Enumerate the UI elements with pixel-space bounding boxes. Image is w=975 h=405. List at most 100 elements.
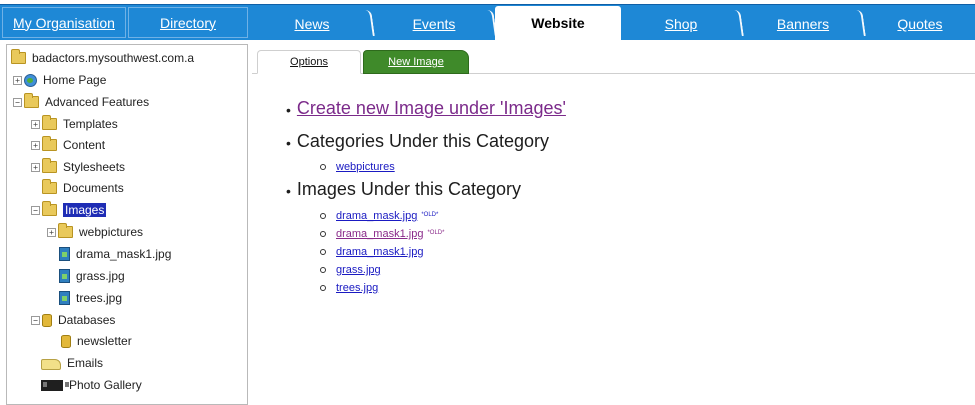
tree-item-emails[interactable]: Emails	[41, 354, 103, 372]
photo-gallery-icon	[41, 379, 69, 391]
tree-item-drama-mask1[interactable]: drama_mask1.jpg	[59, 245, 171, 263]
bullet: •	[286, 101, 291, 118]
tree-item-label: Home Page	[43, 73, 107, 87]
categories-heading: Categories Under this Category	[296, 131, 550, 151]
tab-new-image[interactable]: New Image	[363, 50, 469, 74]
image-list-item: drama_mask1.jpg *OLD*	[320, 228, 444, 240]
collapse-icon[interactable]: −	[13, 97, 22, 107]
tree-item-label: drama_mask1.jpg	[76, 247, 172, 261]
folder-icon	[42, 115, 57, 130]
tree-item-label: Images	[63, 203, 107, 217]
expand-icon[interactable]: +	[31, 119, 40, 129]
tree-item-webpictures[interactable]: + webpictures	[47, 223, 143, 241]
create-image-row: • Create new Image under 'Images'	[286, 98, 566, 119]
image-link[interactable]: trees.jpg	[336, 282, 378, 294]
expand-icon[interactable]: +	[31, 140, 40, 150]
image-list-item: grass.jpg	[320, 264, 381, 276]
list-circle-icon	[320, 231, 326, 237]
database-icon	[61, 334, 71, 348]
image-list-item: trees.jpg	[320, 282, 378, 294]
site-tree-panel[interactable]: badactors.mysouthwest.com.a + Home Page …	[6, 44, 248, 405]
folder-icon	[24, 93, 39, 108]
list-circle-icon	[320, 249, 326, 255]
content-panel: Options New Image • Create new Image und…	[252, 44, 975, 405]
category-link[interactable]: webpictures	[336, 161, 395, 173]
tab-website[interactable]: Website	[495, 6, 621, 40]
list-circle-icon	[320, 285, 326, 291]
tree-root-fade	[237, 49, 247, 67]
top-navigation: My Organisation Directory News Events We…	[0, 0, 975, 40]
tree-item-label: webpictures	[79, 225, 144, 239]
images-heading-row: • Images Under this Category	[286, 179, 521, 200]
tree-item-databases[interactable]: − Databases	[31, 311, 115, 329]
image-file-icon	[59, 291, 70, 305]
folder-icon	[42, 201, 57, 216]
collapse-icon[interactable]: −	[31, 315, 40, 325]
list-circle-icon	[320, 164, 326, 170]
bullet: •	[286, 182, 291, 199]
expand-icon[interactable]: +	[31, 162, 40, 172]
list-circle-icon	[320, 213, 326, 219]
folder-icon	[42, 158, 57, 173]
tree-item-templates[interactable]: + Templates	[31, 115, 118, 133]
tree-item-grass[interactable]: grass.jpg	[59, 267, 125, 285]
image-file-icon	[59, 247, 70, 261]
tab-banners[interactable]: Banners	[743, 8, 863, 40]
image-file-icon	[59, 269, 70, 283]
tree-item-label: Advanced Features	[45, 95, 150, 109]
list-circle-icon	[320, 267, 326, 273]
no-expand-spacer	[31, 183, 40, 193]
tree-root[interactable]: badactors.mysouthwest.com.a	[11, 49, 247, 67]
tree-item-photo-gallery[interactable]: Photo Gallery	[41, 376, 142, 394]
tree-item-label: Stylesheets	[63, 160, 126, 174]
tree-item-stylesheets[interactable]: + Stylesheets	[31, 158, 125, 176]
tree-item-label: Databases	[58, 313, 116, 327]
email-icon	[41, 357, 61, 370]
image-link[interactable]: grass.jpg	[336, 264, 381, 276]
image-list-item: drama_mask1.jpg	[320, 246, 423, 258]
tree-item-home-page[interactable]: + Home Page	[13, 71, 106, 89]
expand-icon[interactable]: +	[13, 75, 22, 85]
collapse-icon[interactable]: −	[31, 205, 40, 215]
category-item: webpictures	[320, 161, 395, 173]
image-link[interactable]: drama_mask.jpg	[336, 210, 417, 222]
tree-item-documents[interactable]: Documents	[31, 179, 124, 197]
tree-item-label: trees.jpg	[76, 291, 123, 305]
tree-item-content[interactable]: + Content	[31, 136, 105, 154]
old-badge: *OLD*	[427, 230, 445, 236]
old-badge: *OLD*	[421, 212, 439, 218]
tree-item-label: Documents	[63, 181, 124, 195]
image-link[interactable]: drama_mask1.jpg	[336, 228, 423, 240]
tree-item-label: Templates	[63, 117, 118, 131]
database-icon	[42, 313, 52, 327]
tab-my-organisation[interactable]: My Organisation	[2, 7, 126, 38]
tree-item-label: Emails	[67, 356, 104, 370]
tree-item-label: newsletter	[77, 334, 132, 348]
tree-item-advanced-features[interactable]: − Advanced Features	[13, 93, 149, 111]
tab-options[interactable]: Options	[257, 50, 361, 74]
image-link[interactable]: drama_mask1.jpg	[336, 246, 423, 258]
folder-icon	[42, 179, 57, 194]
tab-directory[interactable]: Directory	[128, 7, 248, 38]
folder-icon	[58, 223, 73, 238]
tree-item-trees[interactable]: trees.jpg	[59, 289, 122, 307]
tab-quotes[interactable]: Quotes	[865, 8, 975, 40]
tree-item-label: grass.jpg	[76, 269, 125, 283]
bullet: •	[286, 134, 291, 151]
tab-events[interactable]: Events	[374, 8, 494, 40]
tab-news[interactable]: News	[252, 8, 372, 40]
subtab-bar: Options New Image	[252, 44, 975, 74]
tree-item-newsletter[interactable]: newsletter	[61, 332, 132, 350]
categories-heading-row: • Categories Under this Category	[286, 131, 549, 152]
expand-icon[interactable]: +	[47, 227, 56, 237]
tree-root-label: badactors.mysouthwest.com.a	[32, 51, 195, 65]
image-list-item: drama_mask.jpg *OLD*	[320, 210, 438, 222]
folder-icon	[42, 136, 57, 151]
tree-item-label: Photo Gallery	[69, 378, 142, 392]
tree-item-images[interactable]: − Images	[31, 201, 107, 219]
images-heading: Images Under this Category	[296, 179, 522, 199]
tab-shop[interactable]: Shop	[621, 8, 741, 40]
folder-icon	[11, 49, 26, 64]
home-page-icon	[24, 73, 37, 87]
create-image-link[interactable]: Create new Image under 'Images'	[297, 98, 566, 119]
